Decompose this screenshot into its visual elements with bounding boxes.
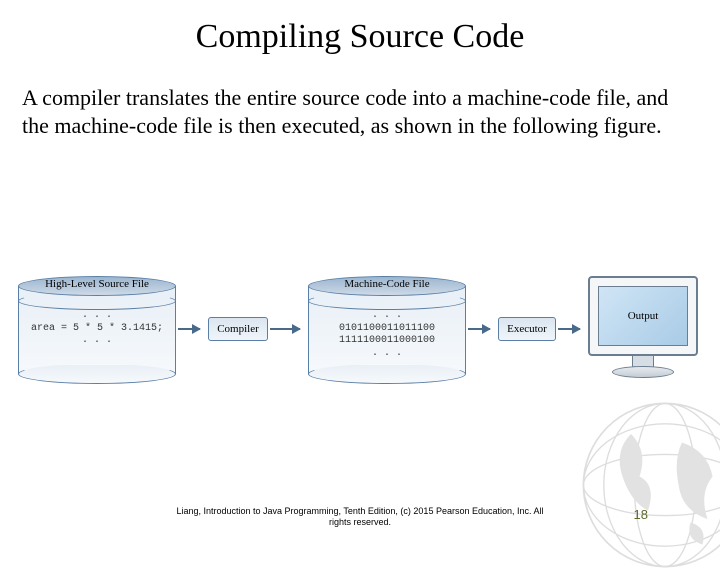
source-file-title: High-Level Source File [18,278,176,290]
slide-title: Compiling Source Code [0,0,720,56]
machine-code-cylinder: Machine-Code File . . . 0101100011011100… [308,276,466,384]
compiler-box: Compiler [208,317,268,341]
arrow-icon [270,328,300,330]
output-label: Output [598,286,688,346]
globe-icon [580,400,720,570]
source-file-content: . . . area = 5 * 5 * 3.1415; . . . [24,310,170,348]
footer-copyright: Liang, Introduction to Java Programming,… [0,506,720,528]
output-monitor: Output [588,276,698,384]
body-paragraph: A compiler translates the entire source … [0,56,720,139]
source-file-cylinder: High-Level Source File . . . area = 5 * … [18,276,176,384]
machine-code-title: Machine-Code File [308,278,466,290]
arrow-icon [468,328,490,330]
machine-code-content: . . . 0101100011011100 1111100011000100 … [314,310,460,360]
arrow-icon [178,328,200,330]
page-number: 18 [634,507,648,522]
arrow-icon [558,328,580,330]
compilation-diagram: High-Level Source File . . . area = 5 * … [18,270,702,410]
executor-box: Executor [498,317,556,341]
